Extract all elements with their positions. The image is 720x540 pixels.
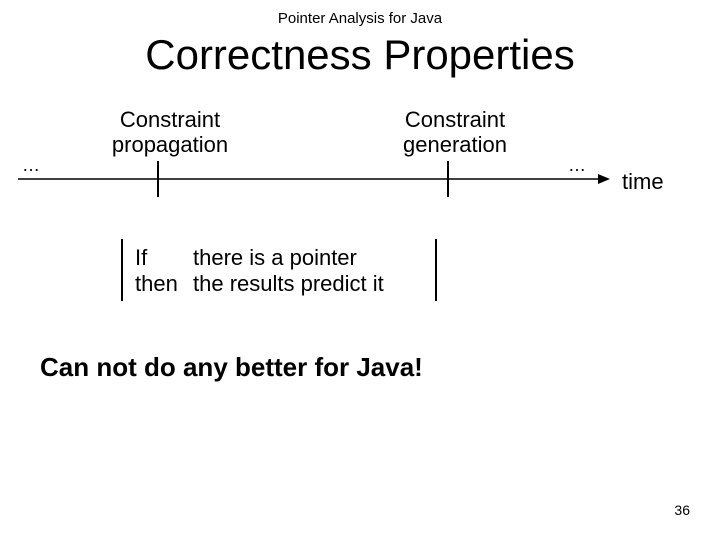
bottom-statement: Can not do any better for Java! (40, 352, 720, 383)
label-constraint-generation: Constraint generation (380, 107, 530, 158)
time-label: time (622, 169, 664, 195)
label-propagation-line2: propagation (112, 132, 228, 157)
label-propagation-line1: Constraint (120, 107, 220, 132)
label-generation-line1: Constraint (405, 107, 505, 132)
label-constraint-propagation: Constraint propagation (95, 107, 245, 158)
label-generation-line2: generation (403, 132, 507, 157)
if-then-area: If there is a pointer then the results p… (0, 237, 720, 317)
page-title: Correctness Properties (0, 31, 720, 79)
if-keyword: If (135, 245, 193, 271)
then-body: the results predict it (193, 271, 384, 297)
header-small: Pointer Analysis for Java (0, 0, 720, 27)
timeline-arrow (18, 155, 618, 205)
if-then-text: If there is a pointer then the results p… (135, 245, 384, 297)
page-number: 36 (674, 502, 690, 518)
if-body: there is a pointer (193, 245, 357, 271)
timeline-area: Constraint propagation Constraint genera… (0, 107, 720, 217)
then-keyword: then (135, 271, 193, 297)
